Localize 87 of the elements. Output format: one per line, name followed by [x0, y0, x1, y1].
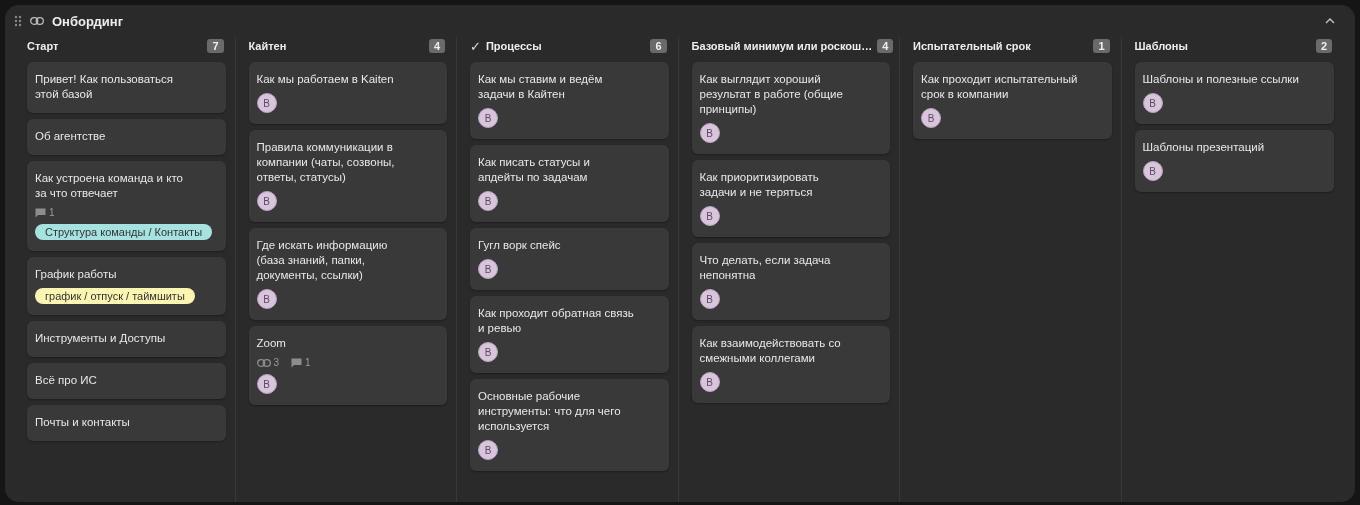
task-card[interactable]: Zoom 3 1 В — [248, 326, 447, 405]
card-title: Как взаимодействовать со смежными коллегами — [699, 336, 842, 366]
card-title: График работы — [35, 267, 117, 282]
column-title: Базовый минимум или роскош… — [691, 40, 873, 52]
card-title: Как выглядит хороший результат в работе (общие принципы) — [699, 72, 844, 117]
task-card[interactable]: Шаблоны презентаций В — [1134, 130, 1334, 192]
avatar: В — [478, 440, 498, 460]
task-card[interactable]: Как выглядит хороший результат в работе (общие принципы) В — [691, 62, 890, 154]
card-title: Как проходит обратная связь и ревью — [478, 306, 635, 336]
column-title: Старт — [27, 40, 59, 52]
card-count: 2 — [1315, 39, 1332, 53]
column-title: Шаблоны — [1134, 40, 1188, 52]
task-card[interactable]: График работы график / отпуск / таймшиты — [27, 257, 226, 315]
avatar: В — [921, 108, 941, 128]
avatar: В — [256, 191, 277, 211]
task-card[interactable]: Основные рабочие инструменты: что для чего используется В — [470, 379, 669, 471]
board-title: Онбординг — [52, 13, 124, 29]
task-card[interactable]: Где искать информацию (база знаний, папки, документы, ссылки) В — [248, 228, 447, 320]
avatar: В — [478, 108, 498, 128]
link-count: 3 — [273, 357, 280, 368]
comment-count: 1 — [49, 207, 55, 218]
card-title: Почты и контакты — [35, 415, 130, 430]
avatar: В — [699, 206, 720, 226]
task-card[interactable]: Как взаимодействовать со смежными коллегами В — [691, 326, 890, 403]
column-title: Кайтен — [248, 40, 287, 52]
task-card[interactable]: Что делать, если задача непонятна В — [691, 243, 890, 320]
card-title: Как приоритизировать задачи и не теряться — [699, 170, 820, 200]
task-card[interactable]: Шаблоны и полезные ссылки В — [1134, 62, 1334, 124]
column-title: Процессы — [485, 40, 542, 52]
task-card[interactable]: Об агентстве — [27, 119, 226, 155]
task-card[interactable]: Как приоритизировать задачи и не теряться В — [691, 160, 890, 237]
task-card[interactable]: Как писать статусы и апдейты по задачам В — [470, 145, 669, 222]
card-title: Всё про ИС — [35, 373, 97, 388]
comment-count: 1 — [305, 357, 311, 368]
avatar: В — [256, 374, 277, 394]
task-card[interactable]: Как мы работаем в Kaiten В — [248, 62, 447, 124]
comment-icon — [35, 207, 46, 218]
card-title: Основные рабочие инструменты: что для чего используется — [478, 389, 622, 434]
link-icon — [30, 17, 44, 25]
avatar: В — [256, 93, 277, 113]
column-title: Испытательный срок — [913, 40, 1031, 52]
task-card[interactable]: Инструменты и Доступы — [27, 321, 226, 357]
card-title: Привет! Как пользоваться этой базой — [35, 72, 175, 102]
avatar: В — [256, 289, 277, 309]
avatar: В — [478, 342, 498, 362]
card-title: Об агентстве — [35, 129, 106, 144]
collapse-icon[interactable] — [1325, 18, 1335, 24]
card-count: 7 — [207, 39, 224, 53]
card-title: Что делать, если задача непонятна — [699, 253, 832, 283]
task-card[interactable]: Как мы ставим и ведём задачи в Кайтен В — [470, 62, 669, 139]
card-title: Как мы работаем в Kaiten — [256, 72, 394, 87]
avatar: В — [699, 123, 720, 143]
check-icon: ✓ — [470, 38, 481, 54]
card-count: 1 — [1093, 39, 1110, 53]
avatar: В — [699, 372, 720, 392]
card-title: Шаблоны и полезные ссылки — [1142, 72, 1299, 87]
card-count: 4 — [877, 39, 894, 53]
card-title: Инструменты и Доступы — [35, 331, 166, 346]
tag[interactable]: график / отпуск / таймшиты — [35, 288, 195, 304]
avatar: В — [478, 191, 498, 211]
task-card[interactable]: Почты и контакты — [27, 405, 226, 441]
task-card[interactable]: Как устроена команда и кто за что отвечает 1 Структура команды / Контакты — [27, 161, 226, 251]
task-card[interactable]: Привет! Как пользоваться этой базой — [27, 62, 226, 113]
card-title: Правила коммуникации в компании (чаты, созвоны, ответы, статусы) — [256, 140, 396, 185]
card-title: Как мы ставим и ведём задачи в Кайтен — [478, 72, 604, 102]
card-title: Гугл ворк спейс — [478, 238, 561, 253]
card-title: Шаблоны презентаций — [1142, 140, 1265, 155]
avatar: В — [1142, 161, 1163, 181]
task-card[interactable]: Как проходит обратная связь и ревью В — [470, 296, 669, 373]
attachment-icon — [256, 358, 271, 367]
card-title: Где искать информацию (база знаний, папки, документы, ссылки) — [256, 238, 389, 283]
drag-handle-icon[interactable] — [14, 15, 22, 27]
avatar: В — [478, 259, 498, 279]
comment-icon — [291, 357, 303, 368]
card-title: Как устроена команда и кто за что отвечает — [35, 171, 184, 201]
avatar: В — [1142, 93, 1163, 113]
avatar: В — [699, 289, 720, 309]
card-title: Zoom — [256, 336, 286, 351]
task-card[interactable]: Всё про ИС — [27, 363, 226, 399]
card-count: 4 — [428, 39, 445, 53]
task-card[interactable]: Как проходит испытательный срок в компании В — [913, 62, 1112, 139]
task-card[interactable]: Гугл ворк спейс В — [470, 228, 669, 290]
card-title: Как писать статусы и апдейты по задачам — [478, 155, 591, 185]
card-title: Как проходит испытательный срок в компании — [921, 72, 1078, 102]
tag[interactable]: Структура команды / Контакты — [35, 224, 213, 240]
card-count: 6 — [650, 39, 667, 53]
task-card[interactable]: Правила коммуникации в компании (чаты, созвоны, ответы, статусы) В — [248, 130, 447, 222]
